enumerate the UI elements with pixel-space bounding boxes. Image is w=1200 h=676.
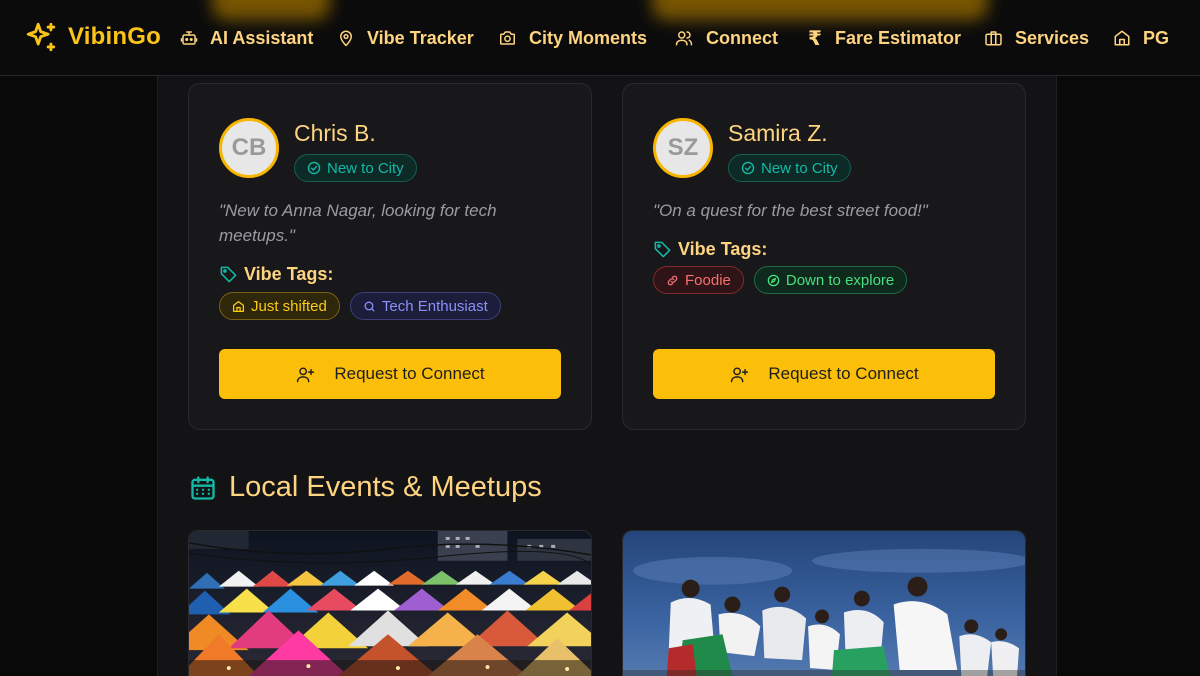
camera-icon (500, 31, 515, 45)
badge-label: New to City (327, 159, 404, 177)
event-image-night-market (189, 531, 591, 676)
nav-item-connect[interactable]: Connect (674, 22, 778, 54)
check-circle-icon (307, 161, 321, 175)
check-circle-icon (741, 161, 755, 175)
events-section-header: Local Events & Meetups (189, 471, 542, 504)
brand-logo[interactable]: VibinGo (24, 18, 161, 56)
briefcase-icon (985, 31, 1002, 46)
nav-label: Connect (706, 27, 778, 48)
nav-item-services[interactable]: Services (984, 22, 1089, 54)
event-image-beach-cleanup (623, 531, 1025, 676)
vibe-tag: Down to explore (753, 266, 908, 294)
section-title: Local Events & Meetups (229, 471, 542, 503)
nav-label: PG (1143, 27, 1170, 48)
top-navbar: VibinGo AI Assistant Vibe Tracker City M… (0, 0, 1200, 76)
button-label: Request to Connect (768, 364, 919, 383)
vibe-tags-list: Foodie Down to explore (653, 266, 908, 294)
avatar: CB (219, 118, 279, 178)
search-icon (364, 301, 375, 311)
nav-label: AI Assistant (210, 27, 314, 48)
home-icon (232, 300, 245, 312)
profile-quote: "New to Anna Nagar, looking for tech mee… (219, 201, 497, 245)
vibe-tag: Just shifted (219, 292, 340, 320)
vibe-tag-label: Tech Enthusiast (381, 297, 488, 315)
status-badge: New to City (294, 154, 417, 182)
vibe-tag-label: Down to explore (785, 271, 895, 289)
vibe-tag: Tech Enthusiast (349, 292, 501, 320)
nav-item-city-moments[interactable]: City Moments (498, 22, 647, 54)
vibe-tag: Foodie (653, 266, 744, 294)
badge-label: New to City (761, 159, 838, 177)
vibe-tag-label: Just shifted (251, 297, 327, 315)
profile-name: Samira Z. (728, 120, 828, 146)
button-label: Request to Connect (334, 364, 485, 383)
profile-quote: "On a quest for the best street food!" (653, 201, 928, 220)
vibe-tags-label: Vibe Tags: (219, 264, 333, 285)
nav-label: City Moments (529, 27, 648, 48)
vibe-tag-label: Foodie (685, 271, 731, 289)
nav-label: Fare Estimator (835, 27, 962, 48)
tag-icon (654, 241, 671, 258)
nav-item-vibe-tracker[interactable]: Vibe Tracker (337, 22, 474, 54)
nav-item-ai-assistant[interactable]: AI Assistant (180, 22, 313, 54)
nav-glow-decoration (212, 0, 330, 20)
link-icon (667, 275, 678, 285)
bot-icon (180, 31, 198, 45)
tags-label-text: Vibe Tags: (244, 264, 334, 284)
rupee-icon: ₹ (808, 27, 822, 50)
event-card[interactable] (622, 530, 1026, 676)
users-icon (675, 31, 693, 46)
user-plus-icon (731, 366, 749, 382)
profile-name: Chris B. (294, 120, 376, 146)
nav-glow-decoration (652, 0, 988, 20)
request-to-connect-button[interactable]: Request to Connect (219, 349, 561, 399)
profile-card: SZ Samira Z. New to City "On a quest for… (622, 83, 1026, 430)
tag-icon (220, 266, 237, 283)
status-badge: New to City (728, 154, 851, 182)
profile-card: CB Chris B. New to City "New to Anna Nag… (188, 83, 592, 430)
nav-label: Services (1015, 27, 1090, 48)
nav-label: Vibe Tracker (367, 27, 474, 48)
event-card[interactable] (188, 530, 592, 676)
tags-label-text: Vibe Tags: (678, 239, 768, 259)
compass-icon (767, 274, 780, 286)
nav-item-fare-estimator[interactable]: ₹ Fare Estimator (807, 22, 961, 54)
nav-item-pg[interactable]: PG (1113, 22, 1169, 54)
vibe-tags-label: Vibe Tags: (653, 239, 767, 260)
sparkles-icon (26, 22, 56, 52)
home-icon (1114, 30, 1130, 46)
calendar-icon (191, 475, 215, 500)
avatar: SZ (653, 118, 713, 178)
brand-name: VibinGo (68, 23, 161, 50)
request-to-connect-button[interactable]: Request to Connect (653, 349, 995, 399)
user-plus-icon (297, 366, 315, 382)
map-pin-icon (340, 30, 352, 47)
vibe-tags-list: Just shifted Tech Enthusiast (219, 292, 501, 320)
